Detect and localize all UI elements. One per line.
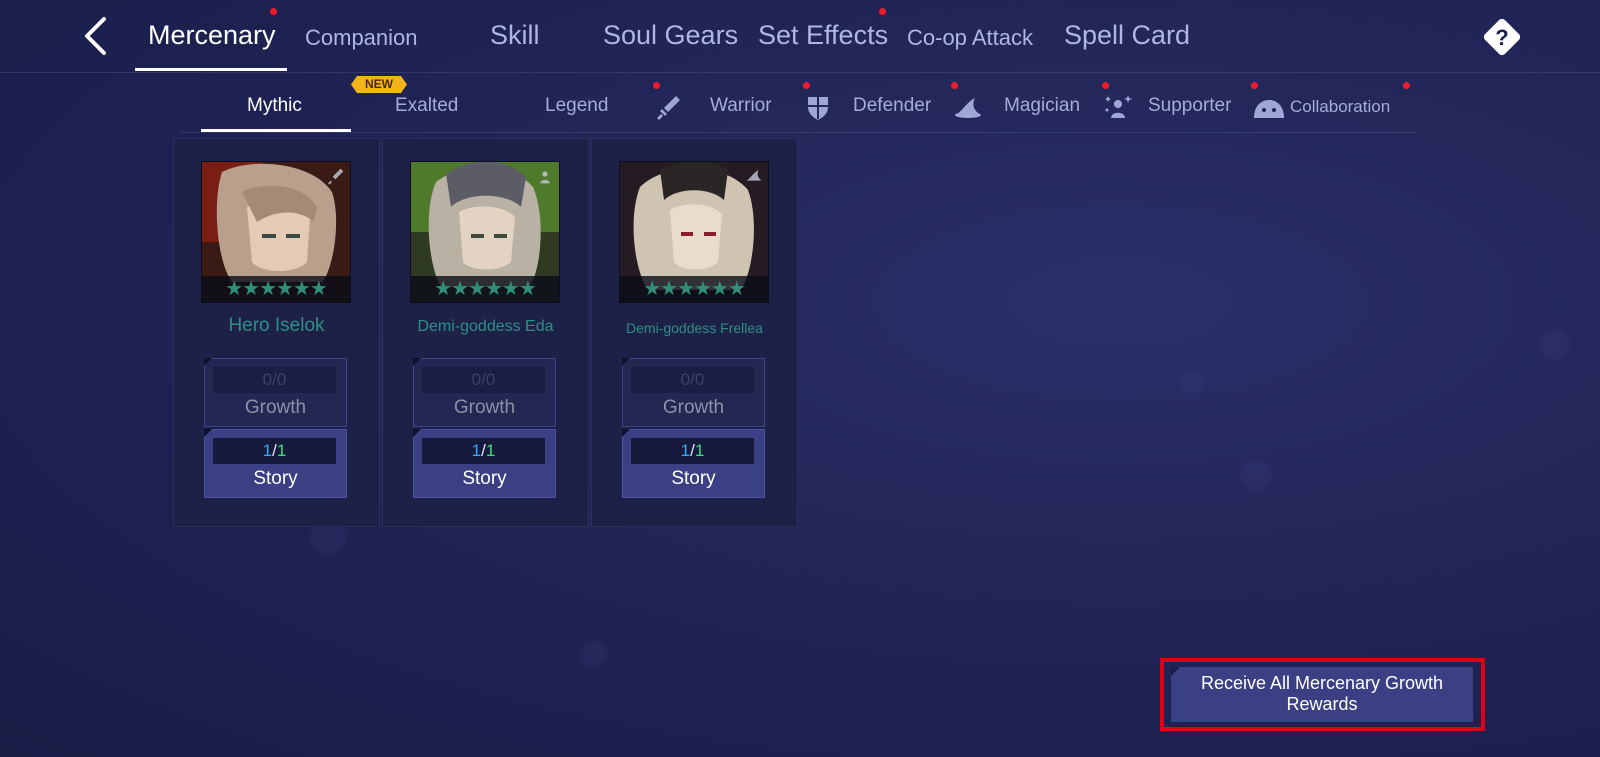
back-button[interactable] bbox=[80, 16, 112, 56]
notification-dot bbox=[879, 8, 886, 15]
story-progress: 1/1 bbox=[213, 438, 336, 464]
subtab-magician[interactable]: Magician bbox=[1004, 95, 1080, 117]
story-label: Story bbox=[462, 468, 507, 489]
growth-label: Growth bbox=[662, 397, 725, 418]
sparkle-person-icon bbox=[1105, 95, 1132, 118]
story-label: Story bbox=[671, 468, 716, 489]
hero-name: Demi-goddess Eda bbox=[417, 318, 554, 335]
notification-dot bbox=[653, 82, 660, 89]
background-bokeh bbox=[1180, 370, 1204, 394]
hero-portrait[interactable]: ★★★★★★ bbox=[619, 161, 769, 303]
story-label: Story bbox=[253, 468, 298, 489]
witch-hat-icon bbox=[746, 170, 762, 181]
corner-notch bbox=[413, 429, 421, 437]
notification-dot bbox=[1403, 82, 1410, 89]
sparkle-person-icon bbox=[540, 171, 550, 184]
subtab-exalted[interactable]: Exalted bbox=[395, 95, 458, 117]
story-progress: 1/1 bbox=[631, 438, 754, 464]
growth-reward-button[interactable]: 0/0 Growth bbox=[204, 358, 347, 427]
corner-notch bbox=[204, 358, 212, 366]
svg-text:?: ? bbox=[1495, 25, 1508, 50]
growth-label: Growth bbox=[453, 397, 516, 418]
witch-hat-icon bbox=[955, 98, 981, 118]
tab-spell-card[interactable]: Spell Card bbox=[1064, 20, 1190, 51]
receive-all-growth-rewards-button[interactable]: Receive All Mercenary Growth Rewards bbox=[1171, 667, 1473, 722]
subtab-supporter[interactable]: Supporter bbox=[1148, 95, 1231, 117]
notification-dot bbox=[803, 82, 810, 89]
subtab-mythic[interactable]: Mythic bbox=[247, 95, 302, 117]
slime-icon bbox=[1254, 100, 1284, 118]
notification-dot bbox=[1102, 82, 1109, 89]
background-bokeh bbox=[580, 640, 608, 668]
subtab-legend[interactable]: Legend bbox=[545, 95, 608, 117]
subtab-collaboration[interactable]: Collaboration bbox=[1290, 97, 1390, 117]
story-reward-button[interactable]: 1/1 Story bbox=[413, 429, 556, 498]
sword-icon bbox=[657, 96, 680, 120]
growth-progress: 0/0 bbox=[631, 367, 754, 393]
mercenary-card: ★★★★★★ Demi-goddess Eda 0/0 Growth 1/1 S… bbox=[382, 138, 589, 527]
background-bokeh bbox=[1240, 460, 1272, 492]
subtab-warrior[interactable]: Warrior bbox=[710, 95, 772, 117]
story-reward-button[interactable]: 1/1 Story bbox=[204, 429, 347, 498]
help-button[interactable]: ? bbox=[1479, 14, 1525, 60]
story-reward-button[interactable]: 1/1 Story bbox=[622, 429, 765, 498]
background-bokeh bbox=[1540, 330, 1570, 360]
mercenary-card: ★★★★★★ Demi-goddess Frellea 0/0 Growth 1… bbox=[591, 138, 798, 527]
star-rating: ★★★★★★ bbox=[620, 276, 768, 302]
new-badge-label: NEW bbox=[365, 77, 393, 91]
hero-name: Demi-goddess Frellea bbox=[626, 320, 763, 336]
corner-notch bbox=[622, 429, 630, 437]
tab-skill[interactable]: Skill bbox=[490, 20, 540, 51]
mercenary-card: ★★★★★★ Hero Iselok 0/0 Growth 1/1 Story bbox=[173, 138, 380, 527]
notification-dot bbox=[270, 8, 277, 15]
growth-progress: 0/0 bbox=[213, 367, 336, 393]
growth-label: Growth bbox=[244, 397, 307, 418]
sword-icon bbox=[328, 168, 344, 185]
chevron-left-icon bbox=[85, 17, 106, 55]
star-rating: ★★★★★★ bbox=[411, 276, 559, 302]
notification-dot bbox=[1251, 82, 1258, 89]
subtab-defender[interactable]: Defender bbox=[853, 95, 931, 117]
tab-set-effects[interactable]: Set Effects bbox=[758, 20, 888, 51]
notification-dot bbox=[951, 82, 958, 89]
corner-notch bbox=[622, 358, 630, 366]
active-tab-underline bbox=[135, 68, 287, 71]
question-diamond-icon: ? bbox=[1483, 18, 1521, 56]
shield-icon bbox=[808, 97, 828, 120]
corner-notch bbox=[204, 429, 212, 437]
tab-mercenary[interactable]: Mercenary bbox=[148, 20, 276, 51]
active-subtab-underline bbox=[201, 129, 351, 132]
tab-companion[interactable]: Companion bbox=[305, 25, 418, 51]
growth-reward-button[interactable]: 0/0 Growth bbox=[622, 358, 765, 427]
hero-portrait[interactable]: ★★★★★★ bbox=[201, 161, 351, 303]
hero-name: Hero Iselok bbox=[228, 315, 325, 336]
tab-co-op-attack[interactable]: Co-op Attack bbox=[907, 25, 1033, 51]
growth-progress: 0/0 bbox=[422, 367, 545, 393]
receive-all-label: Receive All Mercenary Growth Rewards bbox=[1200, 673, 1444, 714]
story-progress: 1/1 bbox=[422, 438, 545, 464]
hero-portrait[interactable]: ★★★★★★ bbox=[410, 161, 560, 303]
star-rating: ★★★★★★ bbox=[202, 276, 350, 302]
new-badge: NEW bbox=[351, 76, 407, 93]
growth-reward-button[interactable]: 0/0 Growth bbox=[413, 358, 556, 427]
tab-soul-gears[interactable]: Soul Gears bbox=[603, 20, 738, 51]
corner-notch bbox=[413, 358, 421, 366]
